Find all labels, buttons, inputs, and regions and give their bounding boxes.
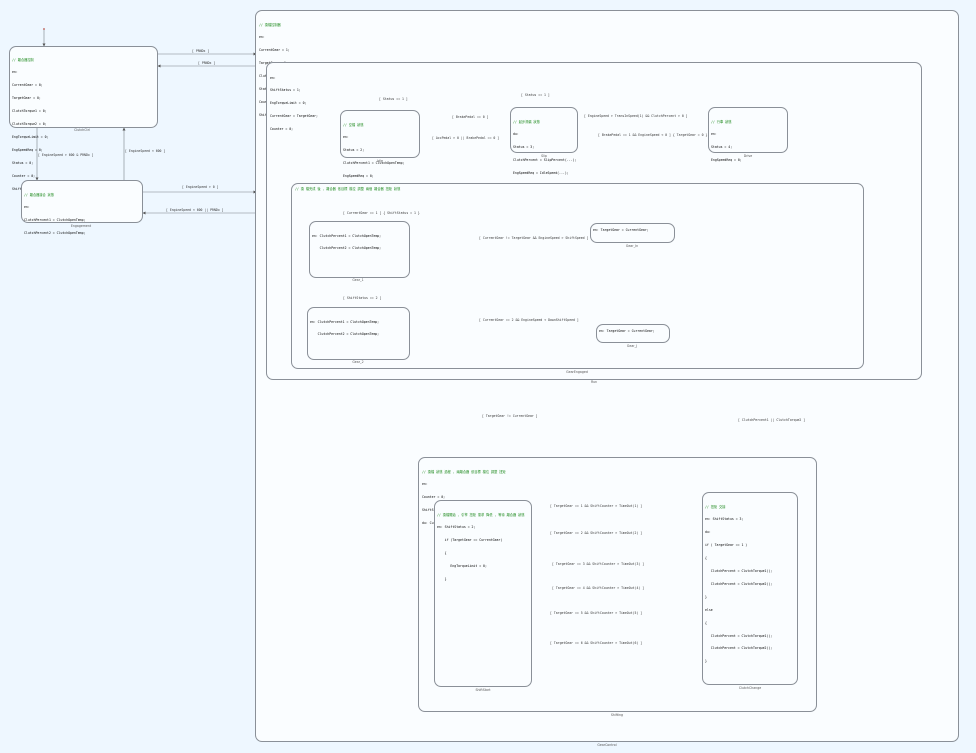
state-code: // 換檔開始 , 引擎 扭矩 需求 降低 , 等待 離合器 狀態 en: Sh… xyxy=(437,512,525,582)
transition-label[interactable]: [ TargetGear == 5 && ShiftCounter > Time… xyxy=(550,611,642,615)
transition-label[interactable]: [ PRNDx ] xyxy=(198,61,215,65)
state-code: // 離合器控制 en: CurrentGear = 0; TargetGear… xyxy=(12,57,49,191)
transition-label[interactable]: [ TargetGear == 1 && ShiftCounter > Time… xyxy=(550,504,642,508)
transition-label[interactable]: [ Status == 1 ] xyxy=(521,93,550,97)
state-code: en: TargetGear = CurrentGear; xyxy=(599,329,655,333)
transition-label[interactable]: [ AccPedal > 0 || BrakePedal == 0 ] xyxy=(432,136,499,140)
transition-label[interactable]: [ TargetGear == 2 && ShiftCounter > Time… xyxy=(550,531,642,535)
state-code: en: ClutchPercent1 = ClutchOpenTemp; Clu… xyxy=(310,319,380,337)
state-code: en: ClutchPercent1 = ClutchOpenTemp; Clu… xyxy=(312,233,382,251)
state-engagement[interactable]: // 離合器接合 狀態 en: ClutchPercent1 = ClutchO… xyxy=(21,180,143,235)
state-gear-in[interactable]: en: TargetGear = CurrentGear; xyxy=(590,223,675,243)
state-label: Gear_J xyxy=(626,344,638,348)
state-code: // 離合器接合 狀態 en: ClutchPercent1 = ClutchO… xyxy=(24,192,86,236)
state-label: GearEngaged xyxy=(566,370,588,374)
state-label: Engagement xyxy=(70,224,92,228)
state-label: Drive xyxy=(743,154,753,158)
state-label: Gear_2 xyxy=(352,360,364,364)
state-code: // 扭矩 交接 en: ShiftStatus = 3; du: if ( T… xyxy=(705,504,773,664)
transition-label[interactable]: [ TargetGear == 6 && ShiftCounter > Time… xyxy=(550,641,642,645)
state-label: ClutchCtrl xyxy=(74,128,90,132)
state-shift-start[interactable]: // 換檔開始 , 引擎 扭矩 需求 降低 , 等待 離合器 狀態 en: Sh… xyxy=(434,500,532,687)
state-label: GearControl xyxy=(597,743,617,747)
state-gear-2[interactable]: en: ClutchPercent1 = ClutchOpenTemp; Clu… xyxy=(307,307,410,360)
state-clutch-ctrl[interactable]: // 離合器控制 en: CurrentGear = 0; TargetGear… xyxy=(9,46,158,191)
state-label: ClutchChange xyxy=(738,686,762,690)
transition-label[interactable]: [ EngineSpeed > 0 ] xyxy=(182,185,218,189)
state-code: // 行車 狀態 en: Status = 4; EngSpeedReq = 0… xyxy=(711,119,742,163)
state-label: Gear_1 xyxy=(352,278,364,282)
state-clutch-change[interactable]: // 扭矩 交接 en: ShiftStatus = 3; du: if ( T… xyxy=(702,492,798,685)
state-code: // 起步滑磨 狀態 du: Status = 3; ClutchPercent… xyxy=(513,119,577,176)
state-gear-j[interactable]: en: TargetGear = CurrentGear; xyxy=(596,324,670,343)
transition-label[interactable]: [ CurrentGear == 1 ] { ShiftStatus = 1 } xyxy=(343,211,420,215)
state-label: Idle xyxy=(377,159,383,163)
state-label: Shifting xyxy=(610,713,624,717)
state-code: // 空檔 狀態 en: Status = 2; ClutchPercent1 … xyxy=(343,122,405,179)
state-label: Gear_In xyxy=(625,244,639,248)
transition-label[interactable]: [ ClutchPercent1 || ClutchTorque2 ] xyxy=(738,418,805,422)
transition-label[interactable]: [ BrakePedal == 1 && EngineSpeed < 0 ] {… xyxy=(598,133,707,137)
transition-label[interactable]: [ BrakePedal == 0 ] xyxy=(452,115,488,119)
state-label: ShiftStart xyxy=(475,688,491,692)
transition-label[interactable]: [ TargetGear != CurrentGear ] xyxy=(482,414,538,418)
transition-label[interactable]: [ CurrentGear != TargetGear && EngineSpe… xyxy=(479,236,588,240)
transition-label[interactable]: [ TargetGear == 4 && ShiftCounter > Time… xyxy=(552,586,644,590)
transition-label[interactable]: [ EngineSpeed < 600 || PRNDx ] xyxy=(166,208,224,212)
state-gear-1[interactable]: en: ClutchPercent1 = ClutchOpenTemp; Clu… xyxy=(309,221,410,278)
transition-label[interactable]: [ EngineSpeed < 600 ] xyxy=(125,149,165,153)
state-label: Run xyxy=(590,380,598,384)
state-title: // 換 檔完成 後 , 離合器 依目標 檔位 調整 兩個 離合器 扭矩 狀態 xyxy=(295,187,401,191)
transition-label[interactable]: [ EngineSpeed > 600 & PRNDx ] xyxy=(38,153,94,157)
state-slip[interactable]: // 起步滑磨 狀態 du: Status = 3; ClutchPercent… xyxy=(510,107,578,175)
transition-label[interactable]: [ EngineSpeed > TransInSpeed(1) && Clutc… xyxy=(584,114,688,118)
transition-label[interactable]: [ Status == 1 ] xyxy=(379,97,408,101)
state-drive[interactable]: // 行車 狀態 en: Status = 4; EngSpeedReq = 0… xyxy=(708,107,788,162)
transition-label[interactable]: [ TargetGear == 3 && ShiftCounter > Time… xyxy=(552,562,644,566)
state-idle[interactable]: // 空檔 狀態 en: Status = 2; ClutchPercent1 … xyxy=(340,110,420,178)
state-label: Slip xyxy=(541,154,547,158)
state-code: en: ShiftStatus = 1; EngTorqueLimit = 0;… xyxy=(270,75,318,132)
transition-label[interactable]: [ ShiftStatus == 2 ] xyxy=(343,296,381,300)
transition-label[interactable]: [ PRNDx ] xyxy=(192,49,209,53)
default-dot xyxy=(43,28,45,30)
state-code: en: TargetGear = CurrentGear; xyxy=(593,228,649,232)
transition-label[interactable]: [ CurrentGear == 2 && EngineSpeed < Down… xyxy=(479,318,579,322)
